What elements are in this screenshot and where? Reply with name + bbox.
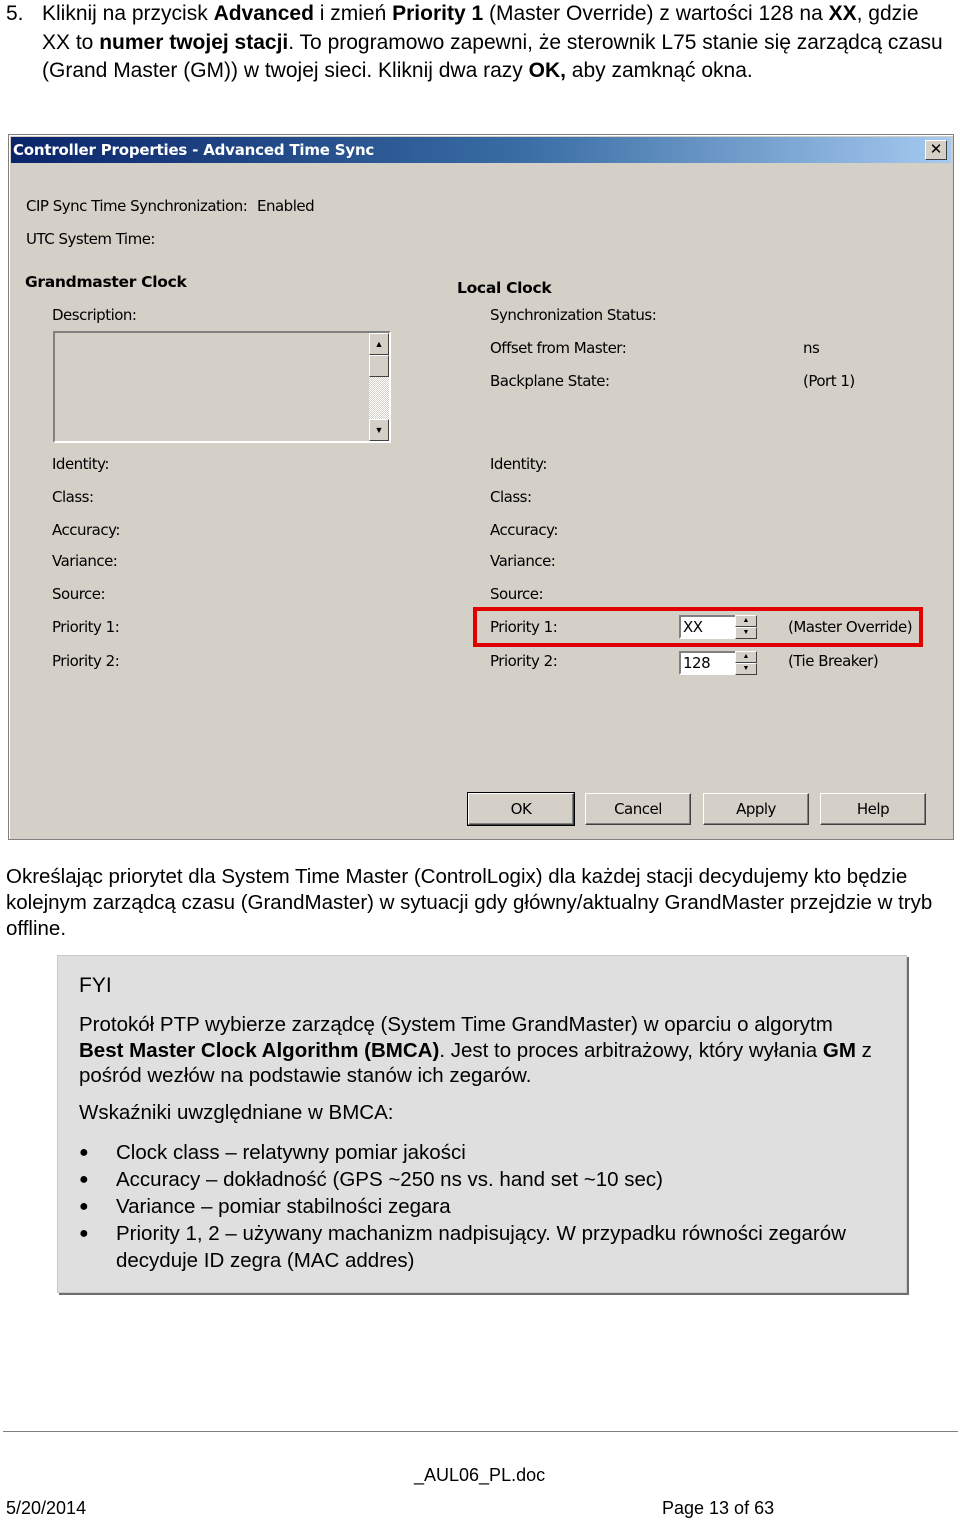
- description-textarea[interactable]: ▲ ▼: [53, 331, 391, 443]
- offset-from-master-label: Offset from Master:: [490, 339, 627, 357]
- fyi-indicators-label: Wskaźniki uwzględniane w BMCA:: [79, 1101, 394, 1124]
- fyi-title: FYI: [79, 974, 112, 997]
- gm-priority1-label: Priority 1:: [52, 618, 120, 636]
- list-item-text: Priority 1, 2 – używany machanizm nadpis…: [116, 1222, 846, 1272]
- footer-date: 5/20/2014: [6, 1498, 87, 1518]
- offset-unit: ns: [803, 339, 820, 357]
- advanced-time-sync-dialog: Controller Properties - Advanced Time Sy…: [8, 134, 954, 840]
- local-priority2-label: Priority 2:: [490, 652, 558, 670]
- scroll-thumb[interactable]: [369, 355, 389, 377]
- list-item: ● Clock class – relatywny pomiar jakości: [79, 1139, 879, 1166]
- local-variance-label: Variance:: [490, 552, 556, 570]
- step-instruction: 5. Kliknij na przycisk Advanced i zmień …: [6, 0, 946, 86]
- gm-identity-label: Identity:: [52, 455, 109, 473]
- fyi-box: FYI Protokół PTP wybierze zarządcę (Syst…: [57, 955, 907, 1293]
- local-source-label: Source:: [490, 585, 544, 603]
- fyi-bullet-list: ● Clock class – relatywny pomiar jakości …: [79, 1139, 879, 1274]
- priority1-highlight-box: [473, 607, 923, 647]
- bullet-icon: ●: [79, 1225, 89, 1242]
- dialog-titlebar: Controller Properties - Advanced Time Sy…: [11, 137, 951, 163]
- bullet-icon: ●: [79, 1144, 89, 1161]
- explanation-paragraph: Określając priorytet dla System Time Mas…: [6, 865, 933, 940]
- local-identity-label: Identity:: [490, 455, 547, 473]
- scroll-up-arrow-icon[interactable]: ▲: [369, 333, 389, 355]
- scroll-down-arrow-icon[interactable]: ▼: [369, 419, 389, 441]
- list-item: ● Priority 1, 2 – używany machanizm nadpi…: [79, 1220, 879, 1274]
- bullet-icon: ●: [79, 1198, 89, 1215]
- cip-sync-label: CIP Sync Time Synchronization:: [26, 197, 248, 215]
- sync-status-label: Synchronization Status:: [490, 306, 657, 324]
- local-class-label: Class:: [490, 488, 532, 506]
- bold-text: GM: [822, 1038, 856, 1062]
- list-item: ● Accuracy – dokładność (GPS ~250 ns vs. …: [79, 1166, 879, 1193]
- backplane-state-label: Backplane State:: [490, 372, 610, 390]
- grandmaster-clock-heading: Grandmaster Clock: [25, 273, 187, 291]
- gm-priority2-label: Priority 2:: [52, 652, 120, 670]
- step-text: Kliknij na przycisk Advanced i zmień Pri…: [42, 0, 946, 86]
- bold-text: Best Master Clock Algorithm (BMCA): [79, 1038, 440, 1062]
- dialog-title: Controller Properties - Advanced Time Sy…: [13, 141, 375, 159]
- text-run: i zmień: [313, 2, 393, 25]
- bold-text: XX: [828, 2, 857, 25]
- bold-text: OK,: [528, 59, 566, 82]
- list-item-text: Variance – pomiar stabilności zegara: [116, 1195, 451, 1218]
- fyi-description: Protokół PTP wybierze zarządcę (System T…: [79, 1012, 879, 1089]
- gm-accuracy-label: Accuracy:: [52, 521, 120, 539]
- cip-sync-value: Enabled: [257, 197, 315, 215]
- list-item-text: Clock class – relatywny pomiar jakości: [116, 1141, 466, 1164]
- bold-text: Priority 1: [392, 2, 484, 25]
- list-item-text: Accuracy – dokładność (GPS ~250 ns vs. h…: [116, 1168, 663, 1191]
- bold-text: Advanced: [213, 2, 314, 25]
- backplane-state-value: (Port 1): [803, 372, 855, 390]
- cancel-button[interactable]: Cancel: [585, 793, 691, 825]
- text-run: Kliknij na przycisk: [42, 2, 214, 25]
- priority2-down-arrow-icon[interactable]: ▼: [735, 663, 757, 675]
- priority2-input[interactable]: 128: [679, 651, 739, 675]
- text-run: Protokół PTP wybierze zarządcę (System T…: [79, 1013, 833, 1036]
- utc-system-time-label: UTC System Time:: [26, 230, 155, 248]
- description-scrollbar[interactable]: ▲ ▼: [369, 333, 389, 441]
- text-run: . Jest to proces arbitrażowy, który wyła…: [439, 1038, 823, 1062]
- help-button[interactable]: Help: [820, 793, 926, 825]
- bold-text: numer twojej stacji: [99, 30, 289, 54]
- local-clock-heading: Local Clock: [457, 279, 552, 297]
- apply-button[interactable]: Apply: [703, 793, 809, 825]
- text-run: aby zamknąć okna.: [565, 59, 753, 82]
- local-accuracy-label: Accuracy:: [490, 521, 558, 539]
- step-number: 5.: [6, 2, 24, 25]
- gm-source-label: Source:: [52, 585, 106, 603]
- priority2-note: (Tie Breaker): [788, 652, 879, 670]
- list-item: ● Variance – pomiar stabilności zegara: [79, 1193, 879, 1220]
- gm-class-label: Class:: [52, 488, 94, 506]
- ok-button[interactable]: OK: [467, 792, 575, 826]
- text-run: (Master Override) z wartości 128 na: [483, 2, 829, 25]
- description-label: Description:: [52, 306, 137, 324]
- close-icon[interactable]: ✕: [925, 140, 947, 160]
- bullet-icon: ●: [79, 1171, 89, 1188]
- priority2-up-arrow-icon[interactable]: ▲: [735, 651, 757, 663]
- footer-page-number: Page 13 of 63: [662, 1498, 775, 1518]
- footer-divider: [3, 1431, 958, 1432]
- priority2-spinner[interactable]: 128 ▲ ▼: [679, 651, 757, 675]
- footer-doc-name: _AUL06_PL.doc: [414, 1465, 546, 1485]
- gm-variance-label: Variance:: [52, 552, 118, 570]
